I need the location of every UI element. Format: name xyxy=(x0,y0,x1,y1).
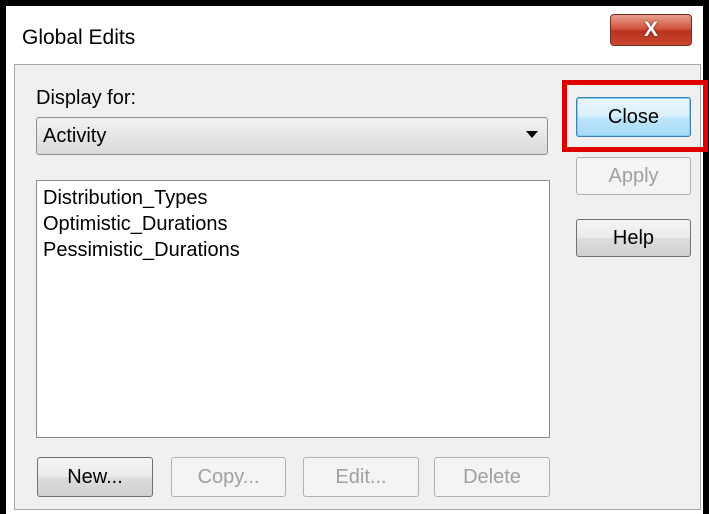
display-for-label: Display for: xyxy=(36,87,137,109)
display-for-dropdown[interactable]: Activity xyxy=(36,117,548,155)
delete-button[interactable]: Delete xyxy=(434,457,550,497)
window-title: Global Edits xyxy=(22,26,136,49)
list-item[interactable]: Optimistic_Durations xyxy=(37,211,240,237)
title-bar: Global Edits X xyxy=(6,6,703,64)
close-x-icon: X xyxy=(643,18,658,41)
edit-button[interactable]: Edit... xyxy=(303,457,419,497)
new-button[interactable]: New... xyxy=(37,457,153,497)
global-edits-list[interactable]: Distribution_Types Optimistic_Durations … xyxy=(36,180,550,438)
close-button-highlight xyxy=(562,80,708,152)
list-item[interactable]: Pessimistic_Durations xyxy=(37,237,240,263)
help-button[interactable]: Help xyxy=(576,219,691,257)
list-item[interactable]: Distribution_Types xyxy=(37,185,240,211)
display-for-selected: Activity xyxy=(43,125,107,147)
window-close-button[interactable]: X xyxy=(610,14,692,46)
chevron-down-icon xyxy=(526,131,538,138)
apply-button[interactable]: Apply xyxy=(576,157,691,195)
copy-button[interactable]: Copy... xyxy=(171,457,286,497)
